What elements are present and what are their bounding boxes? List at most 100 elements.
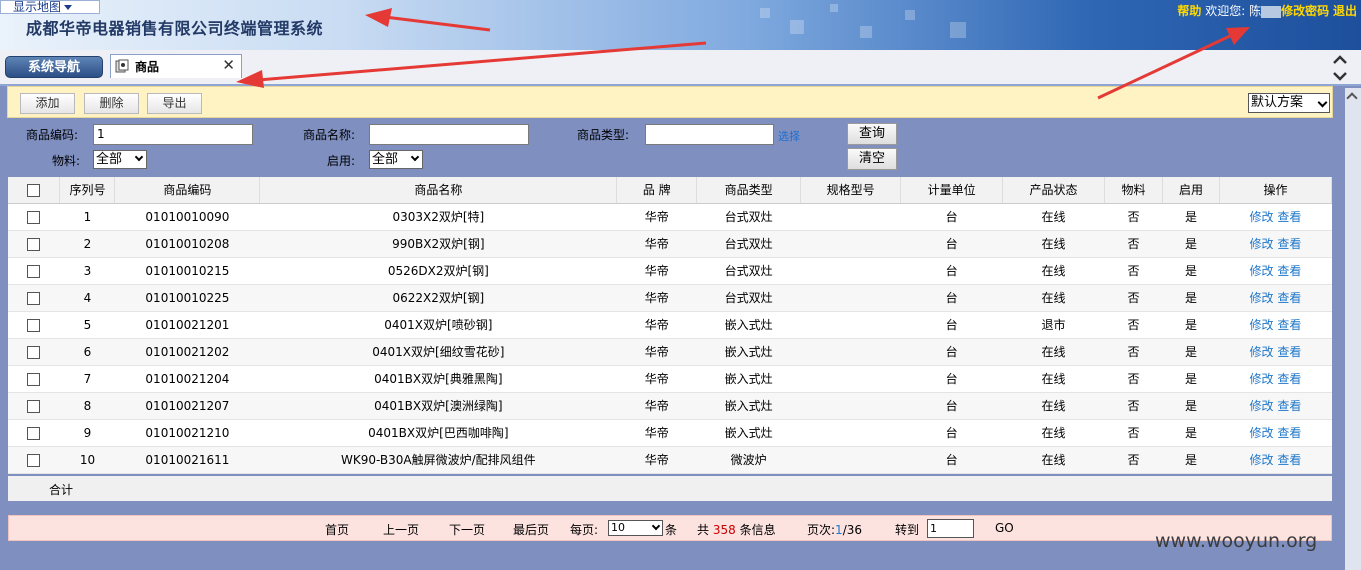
material-select[interactable]: 全部	[93, 150, 147, 169]
edit-link[interactable]: 修改	[1250, 345, 1274, 359]
edit-link[interactable]: 修改	[1250, 264, 1274, 278]
go-button[interactable]: GO	[995, 521, 1014, 535]
seq-cell: 4	[59, 284, 115, 312]
code-cell: 01010021204	[114, 365, 260, 393]
view-link[interactable]: 查看	[1277, 318, 1301, 332]
column-header[interactable]: 规格型号	[800, 177, 902, 204]
edit-link[interactable]: 修改	[1250, 210, 1274, 224]
row-checkbox[interactable]	[27, 318, 41, 332]
edit-link[interactable]: 修改	[1250, 237, 1274, 251]
header-decoration	[950, 22, 966, 38]
show-map-dropdown[interactable]: 显示地图	[0, 0, 100, 14]
view-link[interactable]: 查看	[1277, 291, 1301, 305]
table-total-row: 合计	[8, 476, 1332, 501]
table-row: 7 01010021204 0401BX双炉[典雅黑陶] 华帝 嵌入式灶 台 在…	[8, 365, 1332, 393]
tab-scroll-icon[interactable]	[1331, 52, 1349, 84]
view-link[interactable]: 查看	[1277, 426, 1301, 440]
system-nav-button[interactable]: 系统导航	[5, 56, 103, 78]
column-header[interactable]: 商品名称	[259, 177, 618, 204]
scheme-select[interactable]: 默认方案	[1248, 93, 1330, 113]
row-checkbox[interactable]	[27, 345, 41, 359]
code-input[interactable]: 1	[93, 124, 253, 145]
column-header[interactable]: 产品状态	[1002, 177, 1106, 204]
row-checkbox[interactable]	[27, 426, 41, 440]
name-input[interactable]	[369, 124, 529, 145]
close-icon[interactable]: ✕	[222, 56, 235, 74]
enabled-select[interactable]: 全部	[369, 150, 423, 169]
view-link[interactable]: 查看	[1277, 399, 1301, 413]
row-checkbox[interactable]	[27, 237, 41, 251]
view-link[interactable]: 查看	[1277, 237, 1301, 251]
view-link[interactable]: 查看	[1277, 264, 1301, 278]
edit-link[interactable]: 修改	[1250, 318, 1274, 332]
export-button[interactable]: 导出	[147, 93, 202, 114]
column-header[interactable]: 商品编码	[114, 177, 261, 204]
edit-link[interactable]: 修改	[1250, 453, 1274, 467]
goto-page-input[interactable]: 1	[927, 519, 974, 538]
column-header[interactable]: 序列号	[59, 177, 116, 204]
action-cell: 修改 查看	[1219, 392, 1332, 420]
help-link[interactable]: 帮助	[1177, 4, 1201, 18]
column-header[interactable]: 计量单位	[900, 177, 1004, 204]
tab-products[interactable]: 商品 ✕	[110, 54, 242, 78]
view-link[interactable]: 查看	[1277, 345, 1301, 359]
select-all-cell	[8, 177, 61, 204]
scheme-value: 默认方案	[1251, 95, 1304, 110]
change-password-link[interactable]: 修改密码	[1281, 4, 1329, 18]
column-header[interactable]: 商品类型	[696, 177, 802, 204]
row-checkbox[interactable]	[27, 291, 41, 305]
edit-link[interactable]: 修改	[1250, 426, 1274, 440]
table-row: 1 01010010090 0303X2双炉[特] 华帝 台式双灶 台 在线 否…	[8, 203, 1332, 231]
view-link[interactable]: 查看	[1277, 453, 1301, 467]
column-header[interactable]: 启用	[1162, 177, 1220, 204]
enabled-cell: 是	[1162, 230, 1220, 258]
row-checkbox[interactable]	[27, 453, 41, 467]
edit-link[interactable]: 修改	[1250, 399, 1274, 413]
prev-page-link[interactable]: 上一页	[383, 521, 419, 538]
action-cell: 修改 查看	[1219, 230, 1332, 258]
query-button[interactable]: 查询	[847, 123, 897, 145]
column-header[interactable]: 物料	[1104, 177, 1163, 204]
per-page-select[interactable]: 10	[608, 520, 663, 536]
row-checkbox[interactable]	[27, 372, 41, 386]
add-button[interactable]: 添加	[20, 93, 75, 114]
pick-link[interactable]: 选择	[778, 128, 800, 144]
page-scrollbar[interactable]	[1345, 88, 1361, 570]
show-map-label: 显示地图	[13, 0, 62, 14]
material-cell: 否	[1104, 419, 1163, 447]
type-input[interactable]	[645, 124, 774, 145]
view-link[interactable]: 查看	[1277, 210, 1301, 224]
brand-cell: 华帝	[616, 392, 697, 420]
status-cell: 在线	[1002, 446, 1105, 474]
material-cell: 否	[1104, 338, 1163, 366]
row-checkbox[interactable]	[27, 210, 41, 224]
status-cell: 在线	[1002, 230, 1105, 258]
clear-button[interactable]: 清空	[847, 148, 897, 170]
row-select-cell	[8, 284, 60, 312]
table-row: 4 01010010225 0622X2双炉[钢] 华帝 台式双灶 台 在线 否…	[8, 284, 1332, 312]
material-cell: 否	[1104, 284, 1163, 312]
seq-cell: 5	[59, 311, 115, 339]
column-header[interactable]: 品 牌	[616, 177, 698, 204]
total-prefix: 共	[697, 523, 710, 537]
logout-link[interactable]: 退出	[1333, 4, 1357, 18]
first-page-link[interactable]: 首页	[325, 521, 349, 538]
edit-link[interactable]: 修改	[1250, 291, 1274, 305]
select-all-checkbox[interactable]	[27, 183, 41, 197]
edit-link[interactable]: 修改	[1250, 372, 1274, 386]
view-link[interactable]: 查看	[1277, 372, 1301, 386]
unit-cell: 台	[900, 311, 1003, 339]
scroll-up-icon[interactable]	[1346, 92, 1358, 104]
brand-cell: 华帝	[616, 257, 697, 285]
last-page-link[interactable]: 最后页	[513, 521, 549, 538]
row-checkbox[interactable]	[27, 399, 41, 413]
delete-button[interactable]: 删除	[84, 93, 139, 114]
action-cell: 修改 查看	[1219, 257, 1332, 285]
spec-cell	[800, 365, 901, 393]
tab-label: 商品	[135, 60, 160, 74]
row-checkbox[interactable]	[27, 264, 41, 278]
brand-cell: 华帝	[616, 230, 697, 258]
status-cell: 在线	[1002, 365, 1105, 393]
code-cell: 01010021210	[114, 419, 260, 447]
next-page-link[interactable]: 下一页	[449, 521, 485, 538]
